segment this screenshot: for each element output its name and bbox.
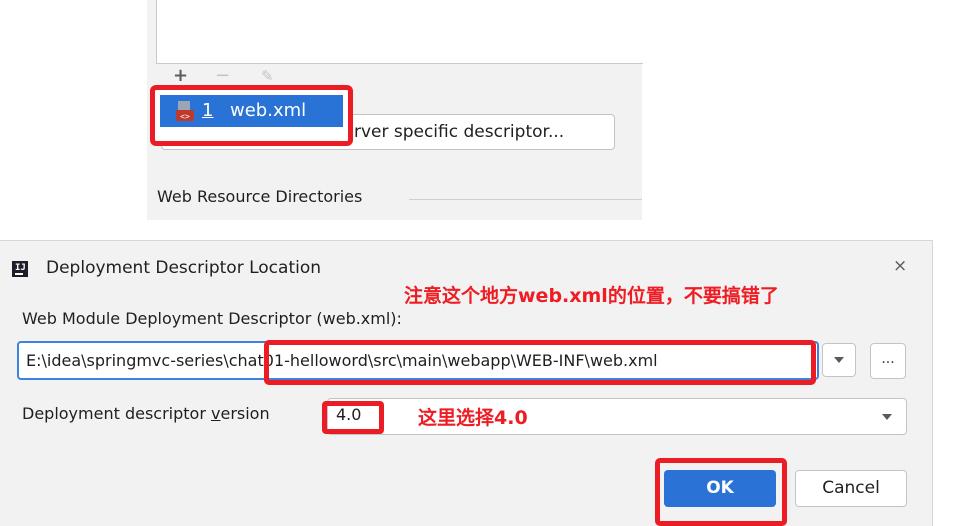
add-icon[interactable]: + [173,66,188,86]
section-divider [409,199,642,200]
browse-button[interactable]: ... [870,343,906,379]
popup-highlight-box: <> 1 web.xml [150,85,353,146]
remove-icon[interactable]: − [215,66,230,86]
descriptor-list[interactable] [156,0,643,64]
intellij-logo-icon: IJ [12,261,28,277]
chevron-down-icon [834,357,844,363]
popup-item-label: web.xml [230,100,307,121]
path-history-dropdown[interactable] [822,343,856,377]
ok-button[interactable]: OK [664,470,776,507]
deployment-descriptor-dialog: IJ Deployment Descriptor Location × 注意这个… [0,240,933,526]
path-highlight-box [264,340,816,385]
popup-item-web-xml[interactable]: <> 1 web.xml [160,95,343,127]
annotation-path-note: 注意这个地方web.xml的位置，不要搞错了 [404,285,779,307]
version-label-prefix: Deployment descriptor [22,404,211,423]
version-select[interactable] [327,398,907,435]
version-label: Deployment descriptor version [22,404,270,423]
web-resource-directories-heading: Web Resource Directories [157,187,363,206]
dialog-title: Deployment Descriptor Location [46,258,322,278]
xml-file-icon: <> [176,101,194,121]
version-value: 4.0 [336,405,362,424]
descriptor-path-label: Web Module Deployment Descriptor (web.xm… [22,309,402,328]
close-icon[interactable]: × [893,256,907,276]
popup-item-index: 1 [202,100,214,121]
version-label-suffix: ersion [220,404,270,423]
cancel-button[interactable]: Cancel [795,470,907,507]
svg-text:<>: <> [180,112,190,121]
edit-icon[interactable]: ✎ [261,66,274,86]
chevron-down-icon [882,413,892,420]
annotation-version-note: 这里选择4.0 [418,407,528,429]
descriptor-settings-panel: + − ✎ Add Application Server specific de… [147,0,643,220]
